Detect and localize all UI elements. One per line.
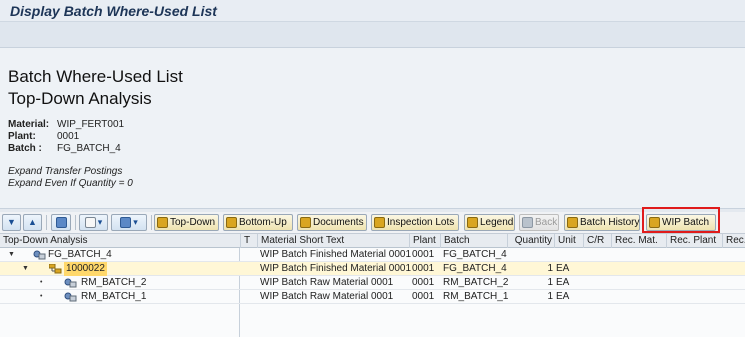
cell-material-short-text: WIP Batch Finished Material 0001 (260, 263, 412, 274)
process-order-icon (49, 264, 62, 274)
legend-icon (467, 217, 478, 228)
documents-icon (300, 217, 311, 228)
alv-toolbar: ▼ ▲ ▾ ▾ Top-Down Bottom-Up Documents Ins… (0, 212, 745, 234)
expand-all-icon: ▼ (7, 217, 16, 227)
layout-dropdown-icon: ▾ (133, 217, 138, 227)
cell-material-short-text: WIP Batch Raw Material 0001 (260, 277, 394, 288)
page-subtitle: Top-Down Analysis (8, 89, 152, 108)
tree-bottom-up-icon (226, 217, 237, 228)
documents-button[interactable]: Documents (297, 214, 367, 231)
cell-unit: EA (556, 291, 570, 302)
grid-body: ▼ FG_BATCH_4 WIP Batch Finished Material… (0, 248, 745, 337)
plant-value: 0001 (57, 131, 80, 142)
page-title: Batch Where-Used List (8, 67, 183, 86)
note-expand-transfer: Expand Transfer Postings (8, 166, 123, 177)
cell-batch: FG_BATCH_4 (443, 249, 507, 260)
material-label: Material: (8, 119, 50, 130)
collapse-all-button[interactable]: ▲ (23, 214, 42, 231)
back-icon (522, 217, 533, 228)
cell-unit: EA (556, 277, 570, 288)
col-header-rec-mat[interactable]: Rec. Mat. (611, 234, 666, 248)
col-header-batch[interactable]: Batch (440, 234, 507, 248)
tree-node-label: RM_BATCH_2 (81, 277, 147, 288)
find-button[interactable] (51, 214, 71, 231)
batch-icon (33, 250, 46, 260)
col-header-cr[interactable]: C/R (583, 234, 611, 248)
print-button[interactable]: ▾ (79, 214, 108, 231)
legend-button[interactable]: Legend (464, 214, 515, 231)
cell-quantity: 1 (547, 291, 553, 302)
wip-batch-highlight-box (642, 207, 720, 233)
table-row[interactable]: ▼ 1000022 WIP Batch Finished Material 00… (0, 262, 745, 276)
cell-plant: 0001 (412, 277, 435, 288)
cell-plant: 0001 (412, 263, 435, 274)
bottom-up-button[interactable]: Bottom-Up (223, 214, 293, 231)
back-button[interactable]: Back (519, 214, 559, 231)
col-header-plant[interactable]: Plant (409, 234, 440, 248)
cell-unit: EA (556, 263, 570, 274)
print-dropdown-icon: ▾ (97, 217, 103, 227)
plant-label: Plant: (8, 131, 36, 142)
inspection-lots-button[interactable]: Inspection Lots (371, 214, 459, 231)
top-down-button[interactable]: Top-Down (154, 214, 219, 231)
tree-node-label: FG_BATCH_4 (48, 249, 112, 260)
tree-top-down-icon (157, 217, 168, 228)
col-header-t[interactable]: T (240, 234, 257, 248)
batch-icon (64, 292, 77, 302)
title-bar: Display Batch Where-Used List (0, 0, 745, 22)
batch-history-button[interactable]: Batch History (564, 214, 640, 231)
cell-plant: 0001 (412, 249, 435, 260)
collapse-node-icon[interactable]: ▼ (22, 262, 29, 276)
list-header: Batch Where-Used List Top-Down Analysis … (0, 48, 745, 208)
leaf-node-dot-icon: • (40, 293, 43, 300)
tree-node-label: 1000022 (64, 262, 107, 276)
tree-node-label: RM_BATCH_1 (81, 291, 147, 302)
col-header-material-short-text[interactable]: Material Short Text (257, 234, 409, 248)
col-header-rec-plant[interactable]: Rec. Plant (666, 234, 722, 248)
leaf-node-dot-icon: • (40, 279, 43, 286)
table-row[interactable]: • RM_BATCH_1 WIP Batch Raw Material 0001… (0, 290, 745, 304)
inspection-icon (374, 217, 385, 228)
collapse-all-icon: ▲ (28, 217, 37, 227)
material-value: WIP_FERT001 (57, 119, 125, 130)
col-header-rec[interactable]: Rec. (722, 234, 745, 248)
layout-icon (120, 217, 132, 228)
batch-value: FG_BATCH_4 (57, 143, 121, 154)
cell-batch: RM_BATCH_2 (443, 277, 509, 288)
binoculars-icon (55, 217, 67, 228)
collapse-node-icon[interactable]: ▼ (8, 248, 15, 262)
window-title: Display Batch Where-Used List (10, 3, 217, 19)
cell-material-short-text: WIP Batch Raw Material 0001 (260, 291, 394, 302)
layout-button[interactable]: ▾ (111, 214, 147, 231)
cell-batch: RM_BATCH_1 (443, 291, 509, 302)
cell-batch: FG_BATCH_4 (443, 263, 507, 274)
col-header-unit[interactable]: Unit (554, 234, 583, 248)
cell-plant: 0001 (412, 291, 435, 302)
grid-header: Top-Down Analysis T Material Short Text … (0, 234, 745, 248)
cell-quantity: 1 (547, 277, 553, 288)
expand-all-button[interactable]: ▼ (2, 214, 21, 231)
table-row[interactable]: • RM_BATCH_2 WIP Batch Raw Material 0001… (0, 276, 745, 290)
print-icon (84, 217, 96, 228)
table-row[interactable]: ▼ FG_BATCH_4 WIP Batch Finished Material… (0, 248, 745, 262)
note-expand-zero: Expand Even If Quantity = 0 (8, 178, 133, 189)
col-header-tree[interactable]: Top-Down Analysis (0, 234, 240, 248)
cell-quantity: 1 (547, 263, 553, 274)
batch-icon (64, 278, 77, 288)
col-header-quantity[interactable]: Quantity (507, 234, 554, 248)
cell-material-short-text: WIP Batch Finished Material 0001 (260, 249, 412, 260)
application-toolbar (0, 22, 745, 48)
batch-history-icon (567, 217, 578, 228)
batch-label: Batch : (8, 143, 42, 154)
